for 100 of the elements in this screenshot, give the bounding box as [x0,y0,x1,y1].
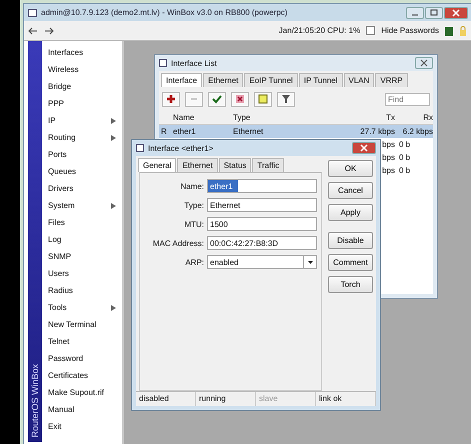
tab[interactable]: IP Tunnel [298,73,342,87]
window-title: Interface List [171,58,217,68]
menu-item[interactable]: Exit [46,418,122,435]
menu-item[interactable]: Certificates [46,367,122,384]
menu-item[interactable]: Wireless [46,61,122,78]
add-button[interactable] [162,92,180,106]
check-icon[interactable] [212,94,222,104]
column-header: Tx [385,113,396,122]
maximize-icon[interactable] [429,8,439,16]
dropdown-field[interactable]: enabled [207,255,317,269]
plus-icon[interactable] [166,94,176,104]
table-row[interactable]: R ether1 Ethernet 27.7 kbps 6.2 kbps [159,125,433,138]
comment-button[interactable] [254,92,272,106]
tab[interactable]: Status [218,158,252,172]
tab[interactable]: General [138,158,176,172]
input-field[interactable]: 1500 [207,217,317,231]
tab[interactable]: Ethernet [177,158,218,172]
table-cell-text: Ethernet [232,127,264,136]
table-cell-text: 0 b [398,166,412,175]
status-cell: disabled [136,392,196,406]
input-field[interactable]: ether1 [207,179,317,193]
menu-item[interactable]: Manual [46,401,122,418]
column-header: Type [232,113,252,122]
menu-item[interactable]: Queues [46,163,122,180]
dialog-button[interactable]: Cancel [328,182,373,199]
column-header: Name [172,113,196,122]
tab[interactable]: VRRP [375,73,408,87]
tab[interactable]: EoIP Tunnel [244,73,298,87]
brand-label: RouterOS WinBox [30,363,40,440]
dialog-button[interactable]: Comment [328,254,373,271]
field-label: MTU: [183,220,204,228]
menu-item[interactable]: Drivers [46,180,122,197]
window-icon [28,8,37,16]
table-cell-text: bps [381,153,396,162]
menu-item[interactable]: Users [46,265,122,282]
close-button[interactable] [415,57,433,69]
note-icon[interactable] [258,94,268,104]
column-header: Rx [422,113,434,122]
menu-item[interactable]: New Terminal [46,316,122,333]
status-cell: running [196,392,256,406]
table-cell-text: bps [381,166,396,175]
input-field[interactable]: Ethernet [207,198,317,212]
menu-item[interactable]: SNMP [46,248,122,265]
menu-item[interactable]: Routing [46,129,122,146]
menu-item[interactable]: Files [46,214,122,231]
tab[interactable]: Traffic [252,158,284,172]
window-icon [159,59,167,67]
tab[interactable]: Ethernet [203,73,244,87]
menu-item[interactable]: IP [46,112,122,129]
menu-item[interactable]: Ports [46,146,122,163]
table-cell-text: 0 b [398,153,412,162]
status-cell: slave [256,392,316,406]
status-icon [445,26,453,36]
minimize-button[interactable] [406,6,424,18]
dropdown-arrow-icon[interactable] [308,260,312,264]
table-cell-text: 27.7 kbps [359,127,396,136]
close-button[interactable] [444,6,468,18]
submenu-arrow-icon [111,202,116,208]
window-title: admin@10.7.9.123 (demo2.mt.lv) - WinBox v3.0 on RB800 (powerpc) [41,8,288,17]
menu-item[interactable]: Interfaces [46,44,122,61]
dialog-button[interactable]: Torch [328,276,373,293]
maximize-button[interactable] [425,6,443,18]
menu-item[interactable]: Telnet [46,333,122,350]
status-text: Jan/21:05:20 CPU: 1% [278,26,360,35]
dialog-button[interactable]: Apply [328,204,373,221]
table-cell-text: ether1 [172,127,197,136]
dialog-button[interactable]: Disable [328,232,373,249]
menu-item[interactable]: PPP [46,95,122,112]
close-button[interactable] [352,142,376,154]
checkbox-label: Hide Passwords [381,26,439,35]
submenu-arrow-icon [111,134,116,140]
filter-icon[interactable] [281,94,291,104]
submenu-arrow-icon [111,118,116,124]
menu-item[interactable]: Bridge [46,78,122,95]
table-cell-text: 0 b [398,140,412,149]
input-field[interactable]: 00:0C:42:27:B8:3D [207,236,317,250]
forward-icon[interactable] [44,26,54,34]
menu-item[interactable]: Password [46,350,122,367]
back-icon[interactable] [28,26,38,34]
flag-cell-text: R [160,127,168,136]
filter-button[interactable] [277,92,295,106]
tab[interactable]: VLAN [344,73,374,87]
find-field[interactable]: Find [385,92,430,106]
window-title: Interface <ether1> [148,144,214,152]
menu-item[interactable]: Tools [46,299,122,316]
menu-item[interactable]: System [46,197,122,214]
table-cell-text: 6.2 kbps [402,127,434,136]
field-label: MAC Address: [152,238,204,248]
menu-item[interactable]: Radius [46,282,122,299]
checkbox[interactable] [366,26,376,35]
dialog-button[interactable]: OK [328,160,373,177]
tab[interactable]: Interface [161,73,202,87]
window-icon [136,144,144,152]
disable-button[interactable] [231,92,249,106]
enable-button[interactable] [208,92,226,106]
close-icon[interactable] [419,59,429,67]
menu-item[interactable]: Log [46,231,122,248]
cross-icon[interactable] [235,94,245,104]
field-label: Type: [183,200,204,210]
menu-item[interactable]: Make Supout.rif [46,384,122,401]
